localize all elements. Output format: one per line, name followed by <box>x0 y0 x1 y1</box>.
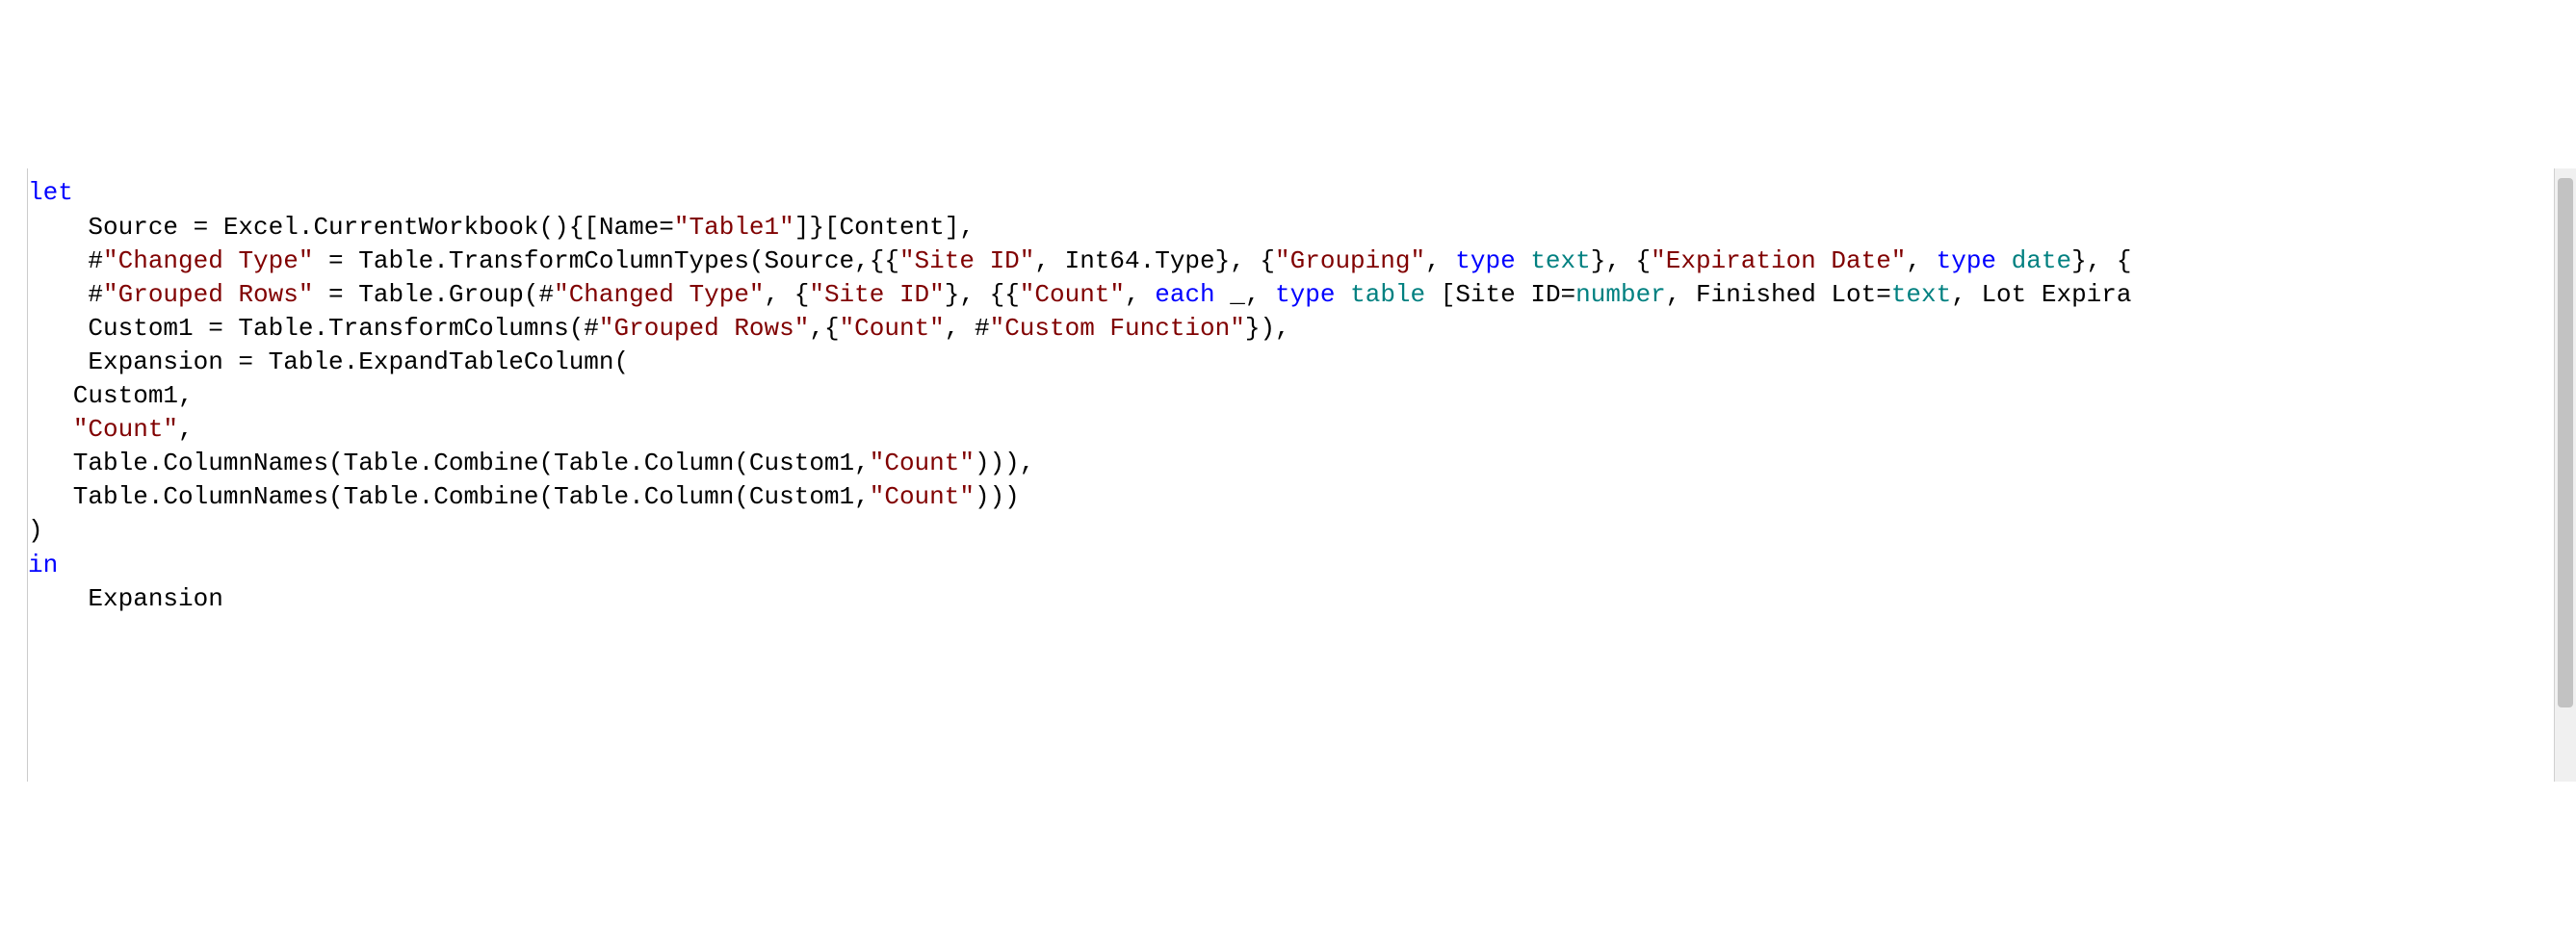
code-token: , Lot Expira <box>1951 280 2131 309</box>
code-token: ,{ <box>809 314 839 343</box>
code-token: in <box>28 551 58 579</box>
code-token: "Count" <box>1020 280 1125 309</box>
code-token: "Table1" <box>674 213 794 242</box>
code-token: "Grouped Rows" <box>599 314 809 343</box>
code-token: "Custom Function" <box>990 314 1245 343</box>
code-area[interactable]: let Source = Excel.CurrentWorkbook(){[Na… <box>28 168 2132 782</box>
code-line[interactable]: Custom1, <box>28 379 2132 413</box>
code-token: , Int64.Type}, { <box>1034 246 1275 275</box>
code-token: Expansion <box>28 584 223 613</box>
code-line[interactable]: Custom1 = Table.TransformColumns(#"Group… <box>28 312 2132 346</box>
code-token: Custom1, <box>28 381 194 410</box>
code-token: "Changed Type" <box>103 246 313 275</box>
code-token: "Expiration Date" <box>1651 246 1906 275</box>
code-token: }, { <box>2071 246 2131 275</box>
code-token: ) <box>28 516 43 545</box>
code-token: , <box>178 415 194 444</box>
code-token: date <box>2012 246 2071 275</box>
code-token: "Site ID" <box>809 280 944 309</box>
code-token: }), <box>1245 314 1290 343</box>
code-token: "Grouping" <box>1275 246 1425 275</box>
code-token: "Count" <box>870 482 975 511</box>
scrollbar-thumb[interactable] <box>2558 178 2573 707</box>
code-token: type <box>1275 280 1335 309</box>
code-line[interactable]: "Count", <box>28 413 2132 447</box>
code-token: "Changed Type" <box>554 280 764 309</box>
code-token: , # <box>945 314 990 343</box>
code-token: }, { <box>1591 246 1651 275</box>
code-token: type <box>1455 246 1515 275</box>
code-line[interactable]: Expansion <box>28 582 2132 616</box>
code-token <box>1996 246 2012 275</box>
code-token: , Finished Lot= <box>1666 280 1891 309</box>
code-token: , { <box>765 280 810 309</box>
code-token <box>1336 280 1351 309</box>
code-token: ))), <box>975 449 1034 477</box>
code-line[interactable]: Table.ColumnNames(Table.Combine(Table.Co… <box>28 480 2132 514</box>
code-editor[interactable]: let Source = Excel.CurrentWorkbook(){[Na… <box>0 168 2576 782</box>
code-line[interactable]: #"Changed Type" = Table.TransformColumnT… <box>28 244 2132 278</box>
code-line[interactable]: Source = Excel.CurrentWorkbook(){[Name="… <box>28 211 2132 244</box>
code-token: ))) <box>975 482 1020 511</box>
code-token: "Count" <box>840 314 945 343</box>
code-token: Table.ColumnNames(Table.Combine(Table.Co… <box>28 482 870 511</box>
code-token: number <box>1575 280 1666 309</box>
code-line[interactable]: let <box>28 176 2132 210</box>
code-token <box>28 415 73 444</box>
code-token: # <box>28 280 103 309</box>
code-token: text <box>1891 280 1951 309</box>
code-token: each <box>1155 280 1214 309</box>
code-token: let <box>28 178 73 207</box>
code-token: , <box>1906 246 1936 275</box>
code-line[interactable]: Expansion = Table.ExpandTableColumn( <box>28 346 2132 379</box>
editor-gutter <box>0 168 28 782</box>
code-token: Table.ColumnNames(Table.Combine(Table.Co… <box>28 449 870 477</box>
code-token: table <box>1350 280 1425 309</box>
code-line[interactable]: ) <box>28 514 2132 548</box>
code-token: "Grouped Rows" <box>103 280 313 309</box>
code-token: _, <box>1215 280 1275 309</box>
code-token: "Count" <box>73 415 178 444</box>
code-token: # <box>28 246 103 275</box>
code-token: "Count" <box>870 449 975 477</box>
code-token: [Site ID= <box>1425 280 1575 309</box>
code-token: = Table.TransformColumnTypes(Source,{{ <box>313 246 899 275</box>
code-token: Custom1 = Table.TransformColumns(# <box>28 314 599 343</box>
code-line[interactable]: #"Grouped Rows" = Table.Group(#"Changed … <box>28 278 2132 312</box>
code-token: Source = Excel.CurrentWorkbook(){[Name= <box>28 213 674 242</box>
code-token: }, {{ <box>945 280 1020 309</box>
code-token: Expansion = Table.ExpandTableColumn( <box>28 347 629 376</box>
code-token: , <box>1425 246 1455 275</box>
code-token <box>1516 246 1531 275</box>
vertical-scrollbar[interactable] <box>2554 168 2576 782</box>
code-token: = Table.Group(# <box>313 280 554 309</box>
code-line[interactable]: in <box>28 549 2132 582</box>
code-token: type <box>1937 246 1996 275</box>
code-token: , <box>1125 280 1155 309</box>
code-token: ]}[Content], <box>794 213 975 242</box>
code-token: "Site ID" <box>899 246 1034 275</box>
code-token: text <box>1530 246 1590 275</box>
code-line[interactable]: Table.ColumnNames(Table.Combine(Table.Co… <box>28 447 2132 480</box>
